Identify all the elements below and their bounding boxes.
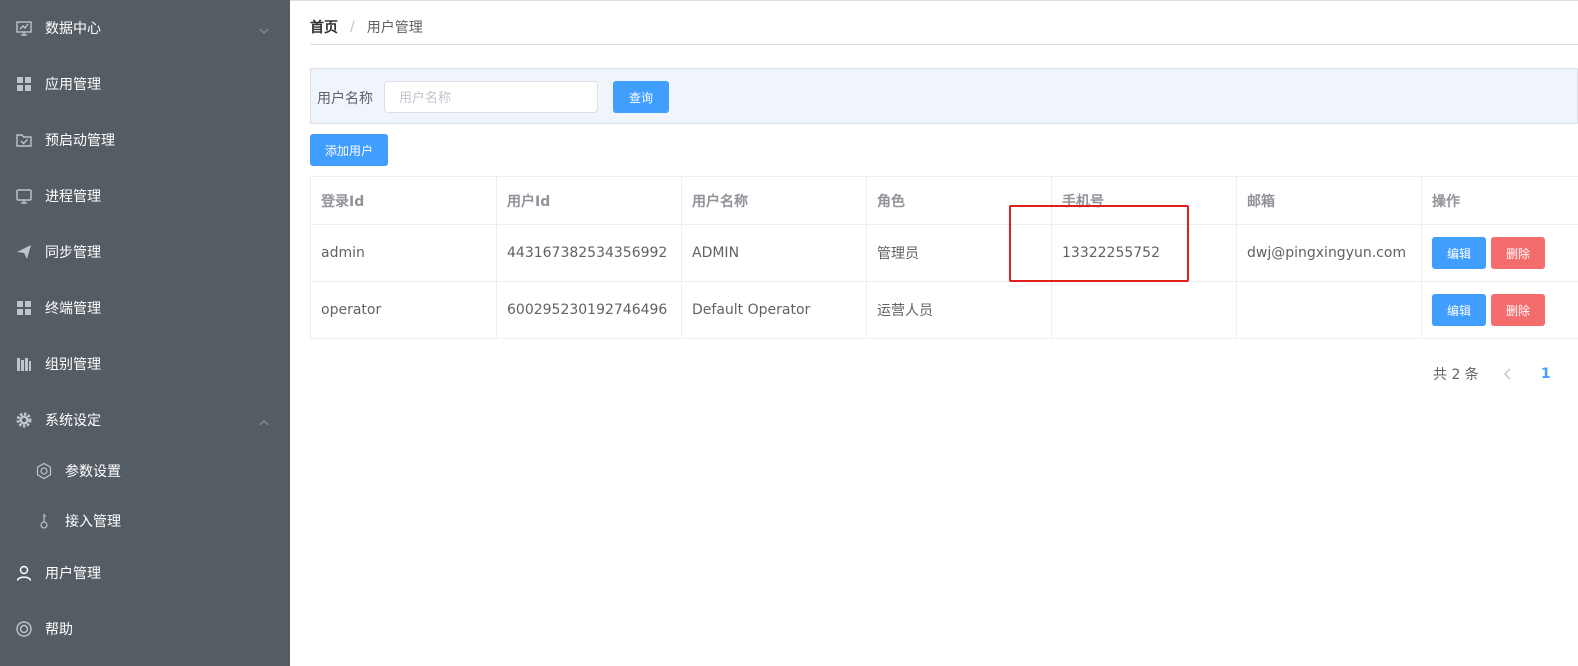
breadcrumb: 首页 / 用户管理 <box>310 17 423 37</box>
breadcrumb-separator: / <box>350 19 355 35</box>
column-header-phone: 手机号 <box>1052 177 1237 225</box>
cell-user-name: Default Operator <box>682 282 867 339</box>
column-header-login-id: 登录Id <box>311 177 497 225</box>
column-header-user-name: 用户名称 <box>682 177 867 225</box>
cell-role: 管理员 <box>867 225 1052 282</box>
column-header-user-id: 用户Id <box>497 177 682 225</box>
sidebar-item-label: 帮助 <box>45 622 73 638</box>
sidebar-item-label: 进程管理 <box>45 189 101 205</box>
chevron-up-icon <box>258 414 270 426</box>
column-header-role: 角色 <box>867 177 1052 225</box>
monitor-icon <box>15 187 33 205</box>
cell-user-id: 600295230192746496 <box>497 282 682 339</box>
pagination-page-1[interactable]: 1 <box>1541 366 1551 382</box>
pagination-total: 共 2 条 <box>1433 367 1479 383</box>
cell-actions: 编辑 删除 <box>1422 282 1578 339</box>
cell-user-id: 443167382534356992 <box>497 225 682 282</box>
sidebar-item-group-management[interactable]: 组别管理 <box>0 336 290 392</box>
sidebar-item-label: 接入管理 <box>65 514 121 530</box>
sidebar-item-prelaunch-management[interactable]: 预启动管理 <box>0 112 290 168</box>
sidebar-item-label: 预启动管理 <box>45 133 115 149</box>
sidebar-item-label: 组别管理 <box>45 357 101 373</box>
sidebar-item-data-center[interactable]: 数据中心 <box>0 0 290 56</box>
gear-outline-icon <box>35 462 53 480</box>
cell-role: 运营人员 <box>867 282 1052 339</box>
cell-email: dwj@pingxingyun.com <box>1237 225 1422 282</box>
sidebar-item-label: 数据中心 <box>45 21 101 37</box>
sidebar-item-label: 应用管理 <box>45 77 101 93</box>
grid-icon <box>15 75 33 93</box>
sidebar-item-process-management[interactable]: 进程管理 <box>0 168 290 224</box>
delete-button[interactable]: 删除 <box>1491 237 1545 269</box>
sidebar-item-user-management[interactable]: 用户管理 <box>0 545 290 601</box>
table-row: admin 443167382534356992 ADMIN 管理员 13322… <box>311 225 1578 282</box>
edit-button[interactable]: 编辑 <box>1432 237 1486 269</box>
sidebar-item-app-management[interactable]: 应用管理 <box>0 56 290 112</box>
chevron-down-icon <box>258 22 270 34</box>
breadcrumb-divider <box>310 44 1578 45</box>
breadcrumb-home[interactable]: 首页 <box>310 17 338 37</box>
sidebar-subitem-parameter-settings[interactable]: 参数设置 <box>0 446 290 496</box>
sidebar-item-label: 参数设置 <box>65 464 121 480</box>
books-icon <box>15 355 33 373</box>
monitor-chart-icon <box>15 19 33 37</box>
cell-login-id: admin <box>311 225 497 282</box>
user-table: 登录Id 用户Id 用户名称 角色 手机号 邮箱 操作 admin 443167… <box>310 176 1578 339</box>
sidebar: 数据中心 应用管理 预启动管理 进程管理 同步管理 终端管理 组别管理 系统设定… <box>0 0 290 666</box>
lifebuoy-icon <box>15 620 33 638</box>
table-row: operator 600295230192746496 Default Oper… <box>311 282 1578 339</box>
key-icon <box>35 512 53 530</box>
cell-phone <box>1052 282 1237 339</box>
sidebar-subitem-access-management[interactable]: 接入管理 <box>0 496 290 546</box>
sidebar-item-terminal-management[interactable]: 终端管理 <box>0 280 290 336</box>
user-icon <box>15 564 33 582</box>
grid-icon <box>15 299 33 317</box>
main-content: 首页 / 用户管理 用户名称 查询 添加用户 登录Id 用户Id 用户名称 角色… <box>290 0 1578 666</box>
sidebar-item-help[interactable]: 帮助 <box>0 601 290 657</box>
sidebar-item-label: 用户管理 <box>45 566 101 582</box>
sidebar-item-sync-management[interactable]: 同步管理 <box>0 224 290 280</box>
query-button[interactable]: 查询 <box>613 81 669 113</box>
sidebar-item-label: 终端管理 <box>45 301 101 317</box>
send-icon <box>15 243 33 261</box>
username-label: 用户名称 <box>317 91 373 107</box>
delete-button[interactable]: 删除 <box>1491 294 1545 326</box>
add-user-button[interactable]: 添加用户 <box>310 134 388 166</box>
gear-icon <box>15 411 33 429</box>
table-header-row: 登录Id 用户Id 用户名称 角色 手机号 邮箱 操作 <box>311 177 1578 225</box>
top-divider <box>290 0 1578 1</box>
folder-check-icon <box>15 131 33 149</box>
edit-button[interactable]: 编辑 <box>1432 294 1486 326</box>
sidebar-item-label: 系统设定 <box>45 413 101 429</box>
chevron-left-icon[interactable] <box>1501 367 1515 381</box>
sidebar-item-label: 同步管理 <box>45 245 101 261</box>
cell-phone: 13322255752 <box>1052 225 1237 282</box>
cell-email <box>1237 282 1422 339</box>
username-search-input[interactable] <box>384 81 598 113</box>
column-header-email: 邮箱 <box>1237 177 1422 225</box>
cell-user-name: ADMIN <box>682 225 867 282</box>
sidebar-item-system-settings[interactable]: 系统设定 <box>0 392 290 448</box>
pagination: 共 2 条 1 <box>1433 364 1551 384</box>
search-form: 用户名称 查询 <box>310 68 1578 124</box>
breadcrumb-current: 用户管理 <box>366 20 423 36</box>
cell-login-id: operator <box>311 282 497 339</box>
column-header-actions: 操作 <box>1422 177 1578 225</box>
cell-actions: 编辑 删除 <box>1422 225 1578 282</box>
